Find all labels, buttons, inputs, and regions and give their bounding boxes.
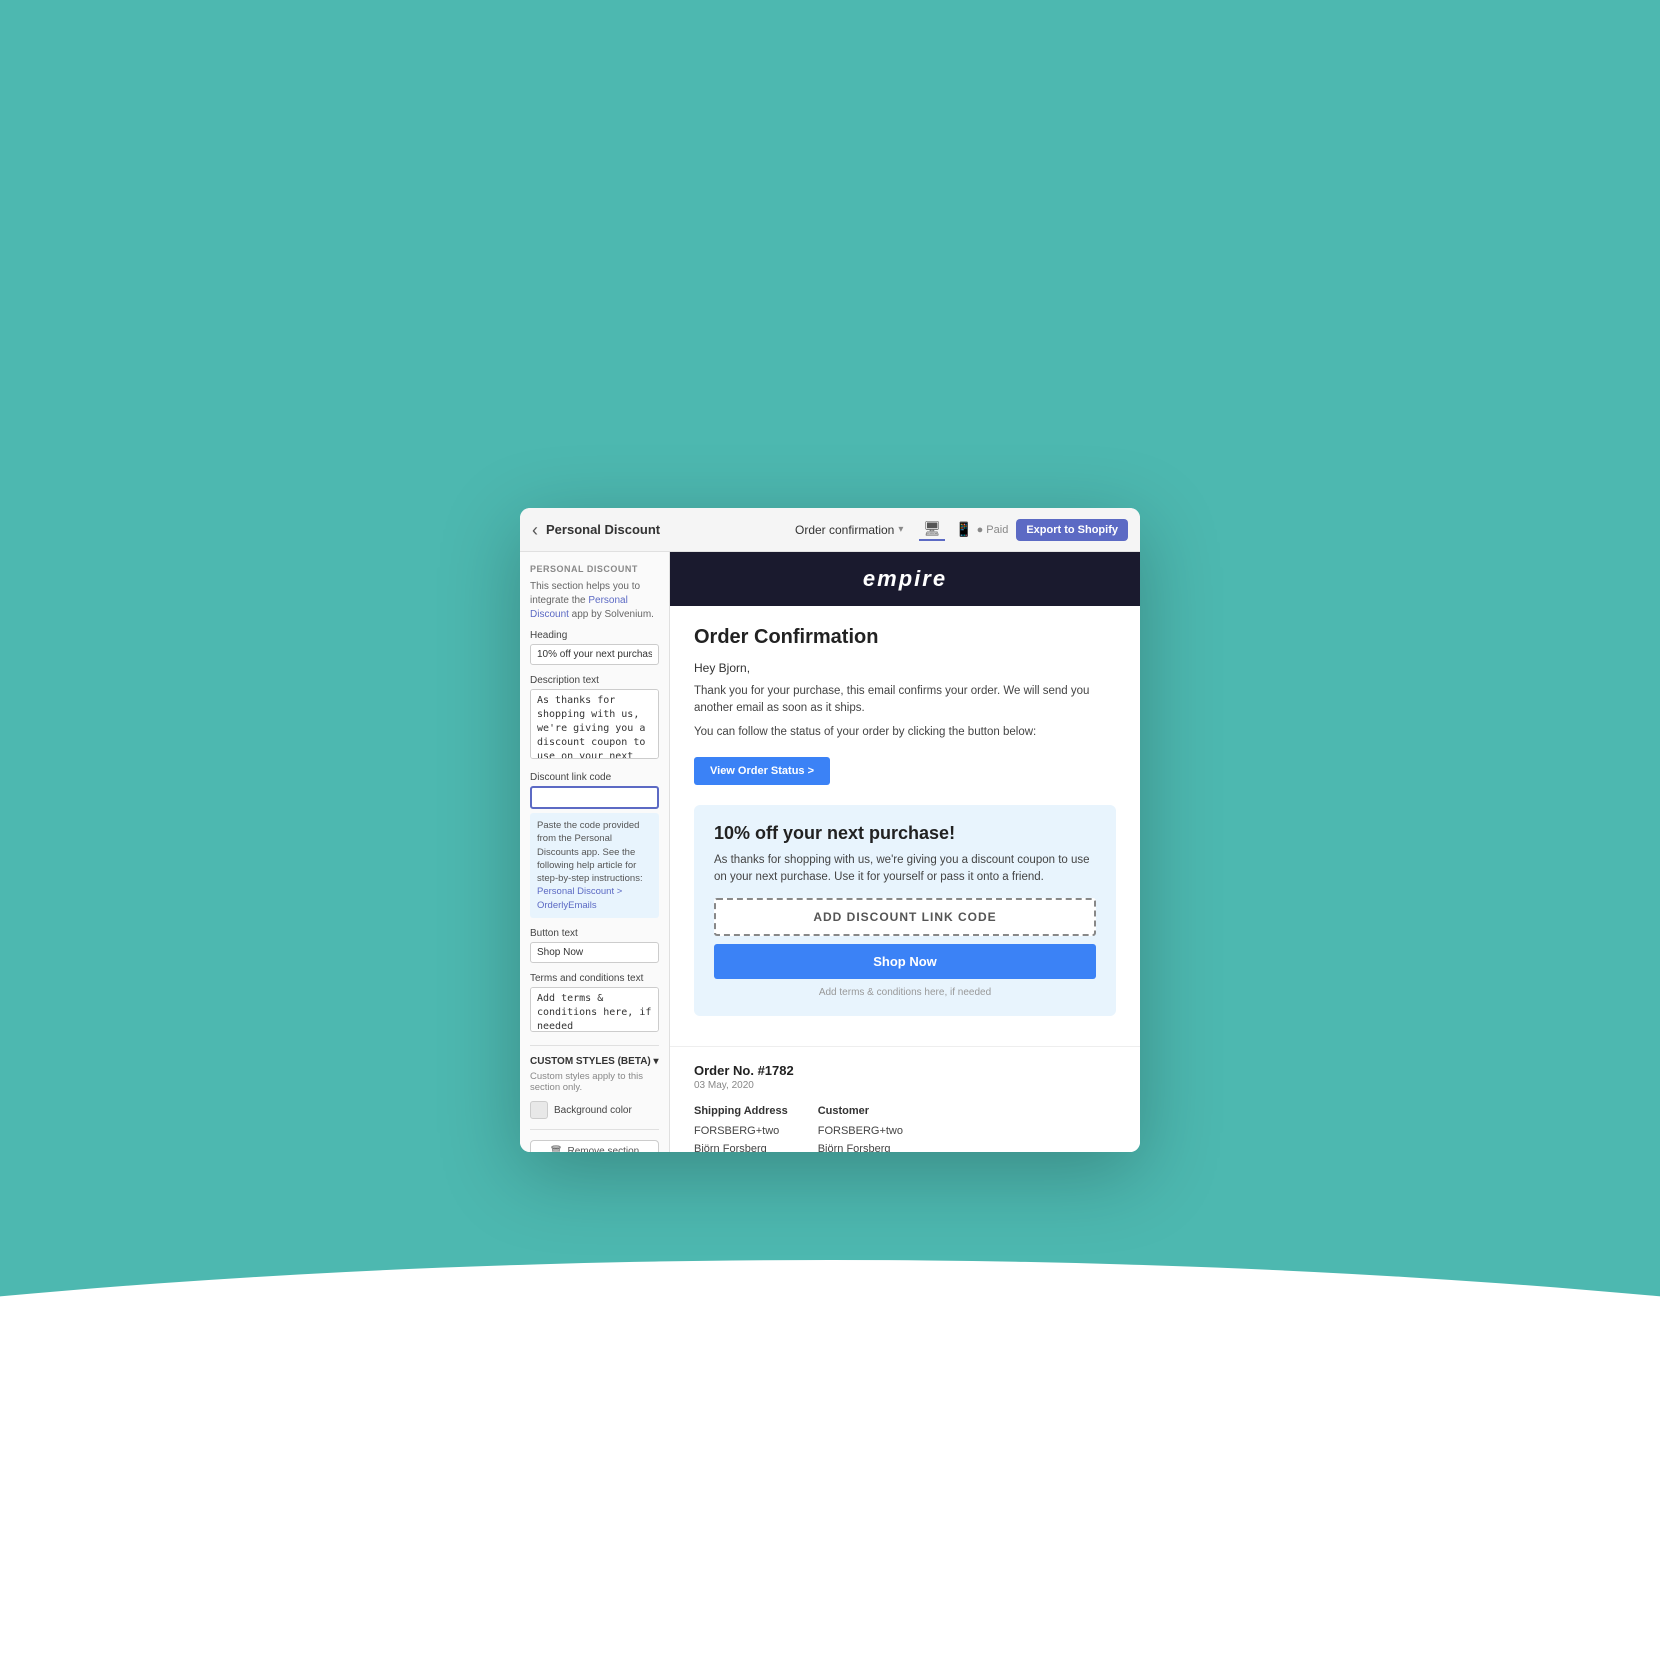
customer-header: Customer [818,1105,904,1117]
discount-code-input[interactable] [530,786,659,809]
remove-section-button[interactable]: 🗑 Remove section [530,1140,659,1152]
email-greeting: Hey Bjorn, [694,661,1116,675]
order-columns: Shipping Address FORSBERG+two Björn Fors… [694,1105,1116,1152]
shipping-header: Shipping Address [694,1105,788,1117]
shipping-line1: FORSBERG+two [694,1123,788,1141]
divider-1 [530,1045,659,1046]
shop-now-button[interactable]: Shop Now [714,944,1096,979]
window-title: Personal Discount [546,522,795,537]
email-body: Order Confirmation Hey Bjorn, Thank you … [670,606,1140,1046]
bg-color-row: Background color [530,1101,659,1119]
add-discount-code-button[interactable]: ADD DISCOUNT LINK CODE [714,898,1096,936]
shipping-line2: Björn Forsberg [694,1141,788,1152]
button-text-input[interactable] [530,942,659,963]
button-text-label: Button text [530,928,659,939]
custom-styles-group: CUSTOM STYLES (BETA) ▾ Custom styles app… [530,1056,659,1119]
mobile-icon[interactable]: 📱 [951,519,976,540]
discount-desc: As thanks for shopping with us, we're gi… [714,852,1096,887]
topbar-right: ● Paid Export to Shopify [977,519,1128,541]
app-window: ‹ Personal Discount Order confirmation ▾… [520,508,1140,1152]
main-layout: PERSONAL DISCOUNT This section helps you… [520,552,1140,1152]
shipping-column: Shipping Address FORSBERG+two Björn Fors… [694,1105,788,1152]
section-description: This section helps you to integrate the … [530,580,659,622]
discount-hint-box: Paste the code provided from the Persona… [530,813,659,918]
terms-field-group: Terms and conditions text Add terms & co… [530,973,659,1035]
section-header: PERSONAL DISCOUNT [530,564,659,574]
view-order-button[interactable]: View Order Status > [694,757,830,785]
top-bar: ‹ Personal Discount Order confirmation ▾… [520,508,1140,552]
heading-label: Heading [530,630,659,641]
heading-input[interactable] [530,644,659,665]
device-icons-group: 🖥 📱 [919,518,976,541]
email-preview-panel: empire Order Confirmation Hey Bjorn, Tha… [670,552,1140,1152]
email-type-dropdown[interactable]: Order confirmation ▾ [795,523,903,537]
order-section: Order No. #1782 03 May, 2020 Shipping Ad… [670,1046,1140,1152]
help-article-link[interactable]: Personal Discount > OrderlyEmails [537,886,622,910]
custom-styles-toggle[interactable]: CUSTOM STYLES (BETA) ▾ [530,1056,659,1067]
email-title: Order Confirmation [694,626,1116,649]
discount-input-wrapper: ➜ [530,786,659,809]
terms-textarea[interactable]: Add terms & conditions here, if needed [530,987,659,1032]
customer-line1: FORSBERG+two [818,1123,904,1141]
discount-section-box: 10% off your next purchase! As thanks fo… [694,805,1116,1017]
customer-line2: Björn Forsberg [818,1141,904,1152]
heading-field-group: Heading [530,630,659,665]
left-panel: PERSONAL DISCOUNT This section helps you… [520,552,670,1152]
bg-color-swatch[interactable] [530,1101,548,1119]
bg-color-label: Background color [554,1105,632,1116]
email-wrapper: empire Order Confirmation Hey Bjorn, Tha… [670,552,1140,1152]
trash-icon: 🗑 [550,1146,563,1152]
dropdown-caret-icon: ▾ [898,524,903,535]
email-header: empire [670,552,1140,606]
brand-name: empire [690,566,1120,592]
description-textarea[interactable]: As thanks for shopping with us, we're gi… [530,689,659,759]
paid-badge: ● Paid [977,524,1009,536]
email-confirm-text: Thank you for your purchase, this email … [694,683,1116,718]
customer-column: Customer FORSBERG+two Björn Forsberg Tra… [818,1105,904,1152]
desktop-icon[interactable]: 🖥 [919,518,945,541]
order-date: 03 May, 2020 [694,1080,1116,1091]
topbar-center: Order confirmation ▾ 🖥 📱 [795,518,977,541]
email-follow-text: You can follow the status of your order … [694,724,1116,741]
order-number: Order No. #1782 [694,1063,1116,1078]
export-button[interactable]: Export to Shopify [1016,519,1128,541]
divider-2 [530,1129,659,1130]
discount-code-label: Discount link code [530,772,659,783]
button-text-field-group: Button text [530,928,659,963]
terms-label: Terms and conditions text [530,973,659,984]
terms-placeholder-text: Add terms & conditions here, if needed [714,987,1096,998]
description-label: Description text [530,675,659,686]
description-field-group: Description text As thanks for shopping … [530,675,659,762]
discount-code-field-group: Discount link code ➜ Paste the code prov… [530,772,659,918]
back-button[interactable]: ‹ [532,521,538,539]
discount-heading: 10% off your next purchase! [714,823,1096,844]
custom-styles-desc: Custom styles apply to this section only… [530,1071,659,1093]
